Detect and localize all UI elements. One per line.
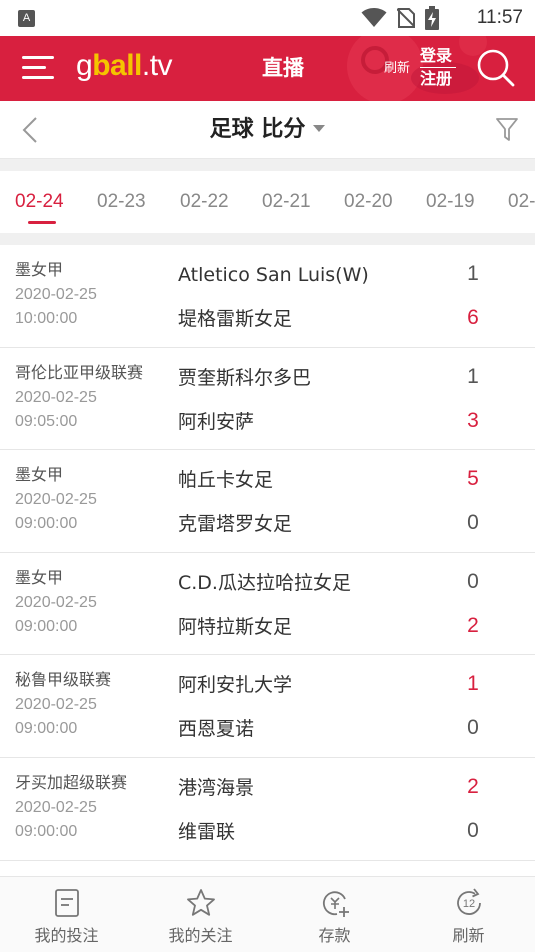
divider <box>0 159 535 171</box>
nav-my-follows[interactable]: 我的关注 <box>134 877 267 952</box>
refresh-icon: 12 <box>456 888 481 915</box>
match-date: 2020-02-25 <box>15 491 97 509</box>
star-icon <box>186 889 215 916</box>
bottom-nav: 我的投注 我的关注 存款 12 刷新 <box>0 876 535 952</box>
header-refresh-link[interactable]: 刷新 <box>384 60 410 78</box>
away-score: 3 <box>467 408 479 432</box>
home-score: 1 <box>467 364 479 388</box>
logo: gball.tv <box>76 49 173 82</box>
league-name: 墨女甲 <box>15 465 64 485</box>
no-sim-icon <box>397 8 415 28</box>
match-row[interactable]: 墨女甲 2020-02-25 09:00:00 C.D.瓜达拉哈拉女足 0 阿特… <box>0 552 535 656</box>
home-team: 贾奎斯科尔多巴 <box>178 366 312 389</box>
match-time: 09:00:00 <box>15 720 78 738</box>
away-score: 0 <box>467 716 479 740</box>
match-date: 2020-02-25 <box>15 798 97 816</box>
league-name: 牙买加超级联赛 <box>15 772 128 792</box>
league-name: 哥伦比亚甲级联赛 <box>15 362 144 382</box>
match-row[interactable]: 哥伦比亚甲级联赛 2020-02-25 09:05:00 贾奎斯科尔多巴 1 阿… <box>0 347 535 451</box>
away-team: 西恩夏诺 <box>178 718 255 741</box>
league-name: 墨女甲 <box>15 260 64 279</box>
home-team: Atletico San Luis(W) <box>178 264 369 286</box>
filter-icon[interactable] <box>495 117 519 143</box>
match-row[interactable]: 墨女甲 2020-02-25 10:00:00 Atletico San Lui… <box>0 245 535 348</box>
divider <box>0 233 535 245</box>
match-time: 09:00:00 <box>15 822 78 840</box>
away-team: 堤格雷斯女足 <box>178 308 293 330</box>
match-time: 09:00:00 <box>15 617 78 635</box>
match-row[interactable]: 墨女甲 2020-02-25 09:00:00 帕丘卡女足 5 克雷塔罗女足 0 <box>0 450 535 553</box>
header-title: 直播 <box>262 56 304 80</box>
away-score: 0 <box>467 511 479 535</box>
home-score: 1 <box>467 262 479 285</box>
login-label: 登录 <box>420 46 453 65</box>
away-score: 0 <box>467 818 479 842</box>
home-score: 0 <box>467 569 479 593</box>
match-time: 09:05:00 <box>15 412 78 430</box>
search-icon[interactable] <box>476 48 516 88</box>
match-date: 2020-02-25 <box>15 388 97 406</box>
league-name: 墨女甲 <box>15 567 64 587</box>
home-score: 1 <box>467 672 479 696</box>
nav-deposit[interactable]: 存款 <box>268 877 401 952</box>
home-team: 帕丘卡女足 <box>178 469 274 492</box>
match-time: 09:00:00 <box>15 515 78 533</box>
home-team: C.D.瓜达拉哈拉女足 <box>178 571 351 594</box>
battery-charging-icon <box>425 6 439 30</box>
home-team: 阿利安扎大学 <box>178 674 293 697</box>
home-score: 5 <box>467 467 479 491</box>
sport-selector[interactable]: 足球 比分 <box>0 115 535 145</box>
date-tabs: 02-24 02-23 02-22 02-21 02-20 02-19 02- <box>0 171 535 233</box>
nav-label: 我的投注 <box>34 926 99 945</box>
league-name: 秘鲁甲级联赛 <box>15 670 112 690</box>
away-team: 克雷塔罗女足 <box>178 513 293 536</box>
match-date: 2020-02-25 <box>15 286 97 303</box>
refresh-countdown: 12 <box>462 898 474 910</box>
away-team: 阿特拉斯女足 <box>178 615 293 638</box>
notification-icon: A <box>18 10 35 27</box>
match-list: 墨女甲 2020-02-25 10:00:00 Atletico San Lui… <box>0 245 535 861</box>
login-register-link[interactable]: 登录 注册 <box>420 46 460 89</box>
wifi-icon <box>361 8 387 27</box>
sport-selector-label: 足球 比分 <box>209 117 306 142</box>
match-time: 10:00:00 <box>15 310 78 327</box>
nav-label: 刷新 <box>452 926 485 945</box>
header-decoration <box>347 36 487 101</box>
match-date: 2020-02-25 <box>15 593 97 611</box>
home-score: 2 <box>467 774 479 798</box>
match-row[interactable]: 牙买加超级联赛 2020-02-25 09:00:00 港湾海景 2 维雷联 0 <box>0 757 535 861</box>
menu-button[interactable] <box>22 54 54 82</box>
home-team: 港湾海景 <box>178 776 255 799</box>
sub-header: 足球 比分 <box>0 101 535 159</box>
nav-label: 存款 <box>318 926 351 945</box>
tab-date[interactable]: 02-22 <box>180 189 229 215</box>
away-score: 2 <box>467 613 479 637</box>
status-icons <box>361 6 439 30</box>
tab-date[interactable]: 02-23 <box>97 189 146 215</box>
betslip-icon <box>54 889 79 917</box>
away-team: 阿利安萨 <box>178 410 255 433</box>
tab-date[interactable]: 02-20 <box>344 189 393 215</box>
away-score: 6 <box>467 306 479 329</box>
caret-down-icon <box>313 124 326 132</box>
deposit-icon <box>322 891 349 917</box>
nav-refresh[interactable]: 12 刷新 <box>402 877 535 952</box>
away-team: 维雷联 <box>178 820 236 843</box>
status-time: 11:57 <box>476 7 523 28</box>
tab-date[interactable]: 02-24 <box>15 189 64 215</box>
register-label: 注册 <box>420 69 453 88</box>
app-header: gball.tv 直播 刷新 登录 注册 <box>0 36 535 101</box>
match-row[interactable]: 秘鲁甲级联赛 2020-02-25 09:00:00 阿利安扎大学 1 西恩夏诺… <box>0 655 535 758</box>
active-tab-indicator <box>28 221 56 224</box>
status-bar: A 11:57 <box>0 0 535 36</box>
tab-date[interactable]: 02- <box>508 189 535 215</box>
match-date: 2020-02-25 <box>15 696 97 714</box>
tab-date[interactable]: 02-21 <box>262 189 311 215</box>
nav-my-bets[interactable]: 我的投注 <box>0 877 133 952</box>
tab-date[interactable]: 02-19 <box>426 189 475 215</box>
nav-label: 我的关注 <box>168 926 233 945</box>
